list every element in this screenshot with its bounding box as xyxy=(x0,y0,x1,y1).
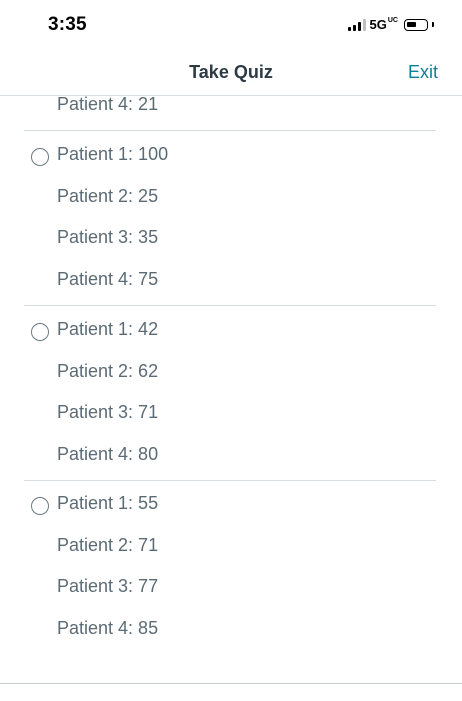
answer-line: Patient 3: 77 xyxy=(57,576,159,596)
answer-radio-3[interactable] xyxy=(31,497,49,515)
signal-icon xyxy=(347,18,366,31)
answer-line[interactable]: Patient 1: 42 xyxy=(57,319,158,340)
answer-line[interactable]: Patient 1: 100 xyxy=(57,144,168,165)
answer-line: Patient 4: 21 xyxy=(57,96,159,114)
battery-tip xyxy=(432,22,434,27)
network-badge: UC xyxy=(387,17,398,24)
bottom-toolbar xyxy=(0,683,462,701)
answer-line[interactable]: Patient 1: 55 xyxy=(57,493,158,514)
status-time: 3:35 xyxy=(48,14,87,35)
page-title: Take Quiz xyxy=(189,62,273,82)
answer-line: Patient 2: 71 xyxy=(57,535,159,555)
answer-line: Patient 3: 71 xyxy=(57,402,159,422)
answer-line: Patient 4: 85 xyxy=(57,618,159,638)
exit-button[interactable]: Exit xyxy=(408,62,438,83)
answer-line: Patient 2: 62 xyxy=(57,361,159,381)
battery-icon xyxy=(404,18,428,31)
quiz-content[interactable]: Patient 4: 21 Patient 1: 100 Patient 2: … xyxy=(0,96,462,686)
answer-radio-2[interactable] xyxy=(31,323,49,341)
status-icons: 5G UC xyxy=(347,17,434,32)
divider xyxy=(24,305,436,306)
divider xyxy=(24,480,436,481)
nav-bar: Take Quiz Exit xyxy=(0,50,462,96)
answer-line: Patient 4: 75 xyxy=(57,269,159,289)
divider xyxy=(24,130,436,131)
status-bar: 3:35 5G UC xyxy=(0,0,462,50)
answer-line: Patient 2: 25 xyxy=(57,186,159,206)
answer-line: Patient 3: 35 xyxy=(57,227,159,247)
network-type: 5G xyxy=(369,17,387,32)
network-label: 5G UC xyxy=(370,17,398,32)
answer-radio-1[interactable] xyxy=(31,148,49,166)
answer-line: Patient 4: 80 xyxy=(57,444,159,464)
